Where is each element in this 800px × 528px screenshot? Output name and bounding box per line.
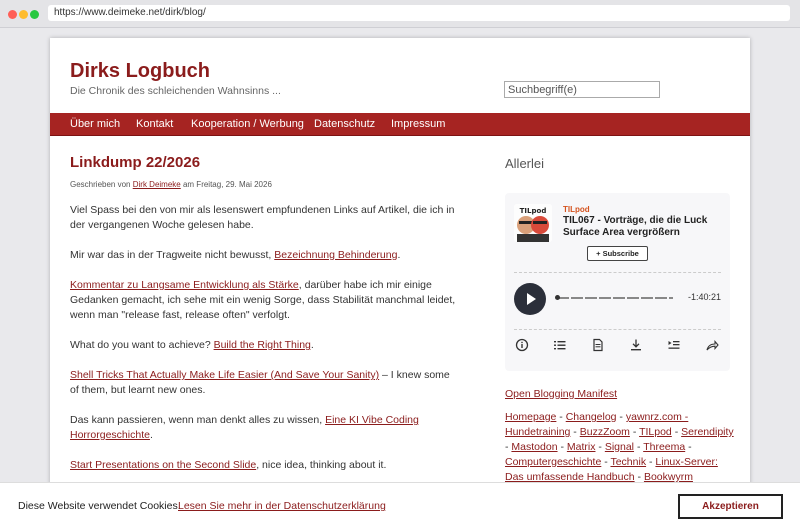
paragraph-text: What do you want to achieve?	[70, 339, 211, 351]
sidebar-link[interactable]: Serendipity	[681, 426, 734, 438]
sidebar-link-list: Homepage - Changelog - yawnrz.com - Hund…	[505, 410, 735, 485]
nav-item-kooperation[interactable]: Kooperation / Werbung	[191, 113, 304, 136]
sidebar-heading: Allerlei	[505, 156, 545, 171]
cookie-notice-text: Diese Website verwendet Cookies.	[18, 500, 181, 512]
close-window-dot[interactable]	[8, 10, 17, 19]
post-meta: Geschrieben von Dirk Deimeke am Freitag,…	[70, 180, 272, 189]
transcript-icon[interactable]	[591, 338, 605, 352]
paragraph-end: .	[397, 249, 401, 261]
sidebar-link[interactable]: TILpod	[639, 426, 672, 438]
search-input[interactable]	[504, 81, 660, 98]
browser-toolbar: https://www.deimeke.net/dirk/blog/	[0, 0, 800, 28]
chapters-list-icon[interactable]	[553, 338, 567, 352]
download-icon[interactable]	[629, 338, 643, 352]
sidebar-link[interactable]: Signal	[605, 441, 634, 453]
post-title[interactable]: Linkdump 22/2026	[70, 154, 200, 171]
maximize-window-dot[interactable]	[30, 10, 39, 19]
playlist-icon[interactable]	[667, 338, 681, 352]
site-description: Die Chronik des schleichenden Wahnsinns …	[70, 85, 281, 97]
privacy-policy-link[interactable]: Lesen Sie mehr in der Datenschutzerkläru…	[178, 500, 386, 512]
cookie-banner: Diese Website verwendet Cookies. Lesen S…	[0, 482, 800, 528]
post-paragraph: Mir war das in der Tragweite nicht bewus…	[70, 248, 460, 263]
link-separator: -	[671, 426, 682, 438]
paragraph-text: Mir war das in der Tragweite nicht bewus…	[70, 249, 272, 261]
link-langsame-entwicklung[interactable]: Kommentar zu Langsame Entwicklung als St…	[70, 279, 299, 291]
link-separator: -	[685, 441, 692, 453]
progress-track[interactable]	[557, 297, 673, 299]
accept-cookies-button[interactable]: Akzeptieren	[678, 494, 783, 519]
link-separator: -	[629, 426, 640, 438]
link-start-presentations[interactable]: Start Presentations on the Second Slide	[70, 459, 256, 471]
svg-text:TILpod: TILpod	[520, 207, 547, 215]
subscribe-button[interactable]: + Subscribe	[587, 246, 648, 261]
meta-prefix: Geschrieben von	[70, 180, 131, 189]
sidebar-link[interactable]: Technik	[610, 456, 646, 468]
post-paragraph: Shell Tricks That Actually Make Life Eas…	[70, 368, 460, 398]
main-navigation: Über mich Kontakt Kooperation / Werbung …	[50, 113, 750, 136]
divider	[514, 272, 721, 273]
link-build-the-right-thing[interactable]: Build the Right Thing	[214, 339, 311, 351]
post-paragraph: What do you want to achieve? Build the R…	[70, 338, 460, 353]
sidebar-link[interactable]: Changelog	[566, 411, 617, 423]
sidebar-link[interactable]: BuzzZoom	[580, 426, 630, 438]
post-paragraph: Start Presentations on the Second Slide,…	[70, 458, 460, 473]
post-paragraph: Das kann passieren, wenn man denkt alles…	[70, 413, 460, 443]
link-separator: -	[616, 411, 626, 423]
sidebar-link[interactable]: Matrix	[567, 441, 596, 453]
minimize-window-dot[interactable]	[19, 10, 28, 19]
link-shell-tricks[interactable]: Shell Tricks That Actually Make Life Eas…	[70, 369, 379, 381]
author-link[interactable]: Dirk Deimeke	[133, 180, 181, 189]
link-bezeichnung-behinderung[interactable]: Bezeichnung Behinderung	[274, 249, 397, 261]
divider	[514, 329, 721, 330]
address-bar[interactable]: https://www.deimeke.net/dirk/blog/	[48, 5, 790, 21]
paragraph-text: , nice idea, thinking about it.	[256, 459, 387, 471]
post-intro: Viel Spass bei den von mir als lesenswer…	[70, 204, 455, 231]
nav-item-kontakt[interactable]: Kontakt	[136, 113, 173, 136]
meta-date: am Freitag, 29. Mai 2026	[182, 180, 272, 189]
info-icon[interactable]	[515, 338, 529, 352]
podcast-player: TILpod TILpod TIL067 - Vorträge, die die…	[505, 193, 730, 371]
paragraph-text: Das kann passieren, wenn man denkt alles…	[70, 414, 323, 426]
play-button[interactable]	[514, 283, 546, 315]
remaining-time: -1:40:21	[688, 292, 722, 302]
link-separator: -	[556, 411, 566, 423]
nav-item-impressum[interactable]: Impressum	[391, 113, 445, 136]
link-separator: -	[570, 426, 580, 438]
link-separator: -	[557, 441, 567, 453]
link-separator: -	[595, 441, 605, 453]
sidebar-link[interactable]: Threema	[643, 441, 685, 453]
share-icon[interactable]	[705, 338, 719, 352]
sidebar-link[interactable]: Homepage	[505, 411, 556, 423]
nav-item-datenschutz[interactable]: Datenschutz	[314, 113, 375, 136]
podcast-cover-image: TILpod	[514, 204, 552, 242]
episode-title[interactable]: TIL067 - Vorträge, die die Luck Surface …	[563, 215, 723, 239]
sidebar-link[interactable]: Computergeschichte	[505, 456, 601, 468]
post-paragraph: Kommentar zu Langsame Entwicklung als St…	[70, 278, 460, 323]
nav-item-ueber-mich[interactable]: Über mich	[70, 113, 120, 136]
podcast-name[interactable]: TILpod	[563, 205, 590, 214]
page: Dirks Logbuch Die Chronik des schleichen…	[50, 38, 750, 528]
paragraph-end: .	[310, 339, 314, 351]
sidebar-link[interactable]: Mastodon	[511, 441, 557, 453]
progress-handle[interactable]	[555, 295, 560, 300]
podcast-cover-icon: TILpod	[514, 204, 552, 242]
open-blogging-manifest-link[interactable]: Open Blogging Manifest	[505, 388, 617, 400]
link-separator: -	[634, 441, 644, 453]
site-title[interactable]: Dirks Logbuch	[70, 60, 210, 83]
subscribe-label: Subscribe	[602, 249, 639, 258]
paragraph-end: .	[149, 429, 153, 441]
